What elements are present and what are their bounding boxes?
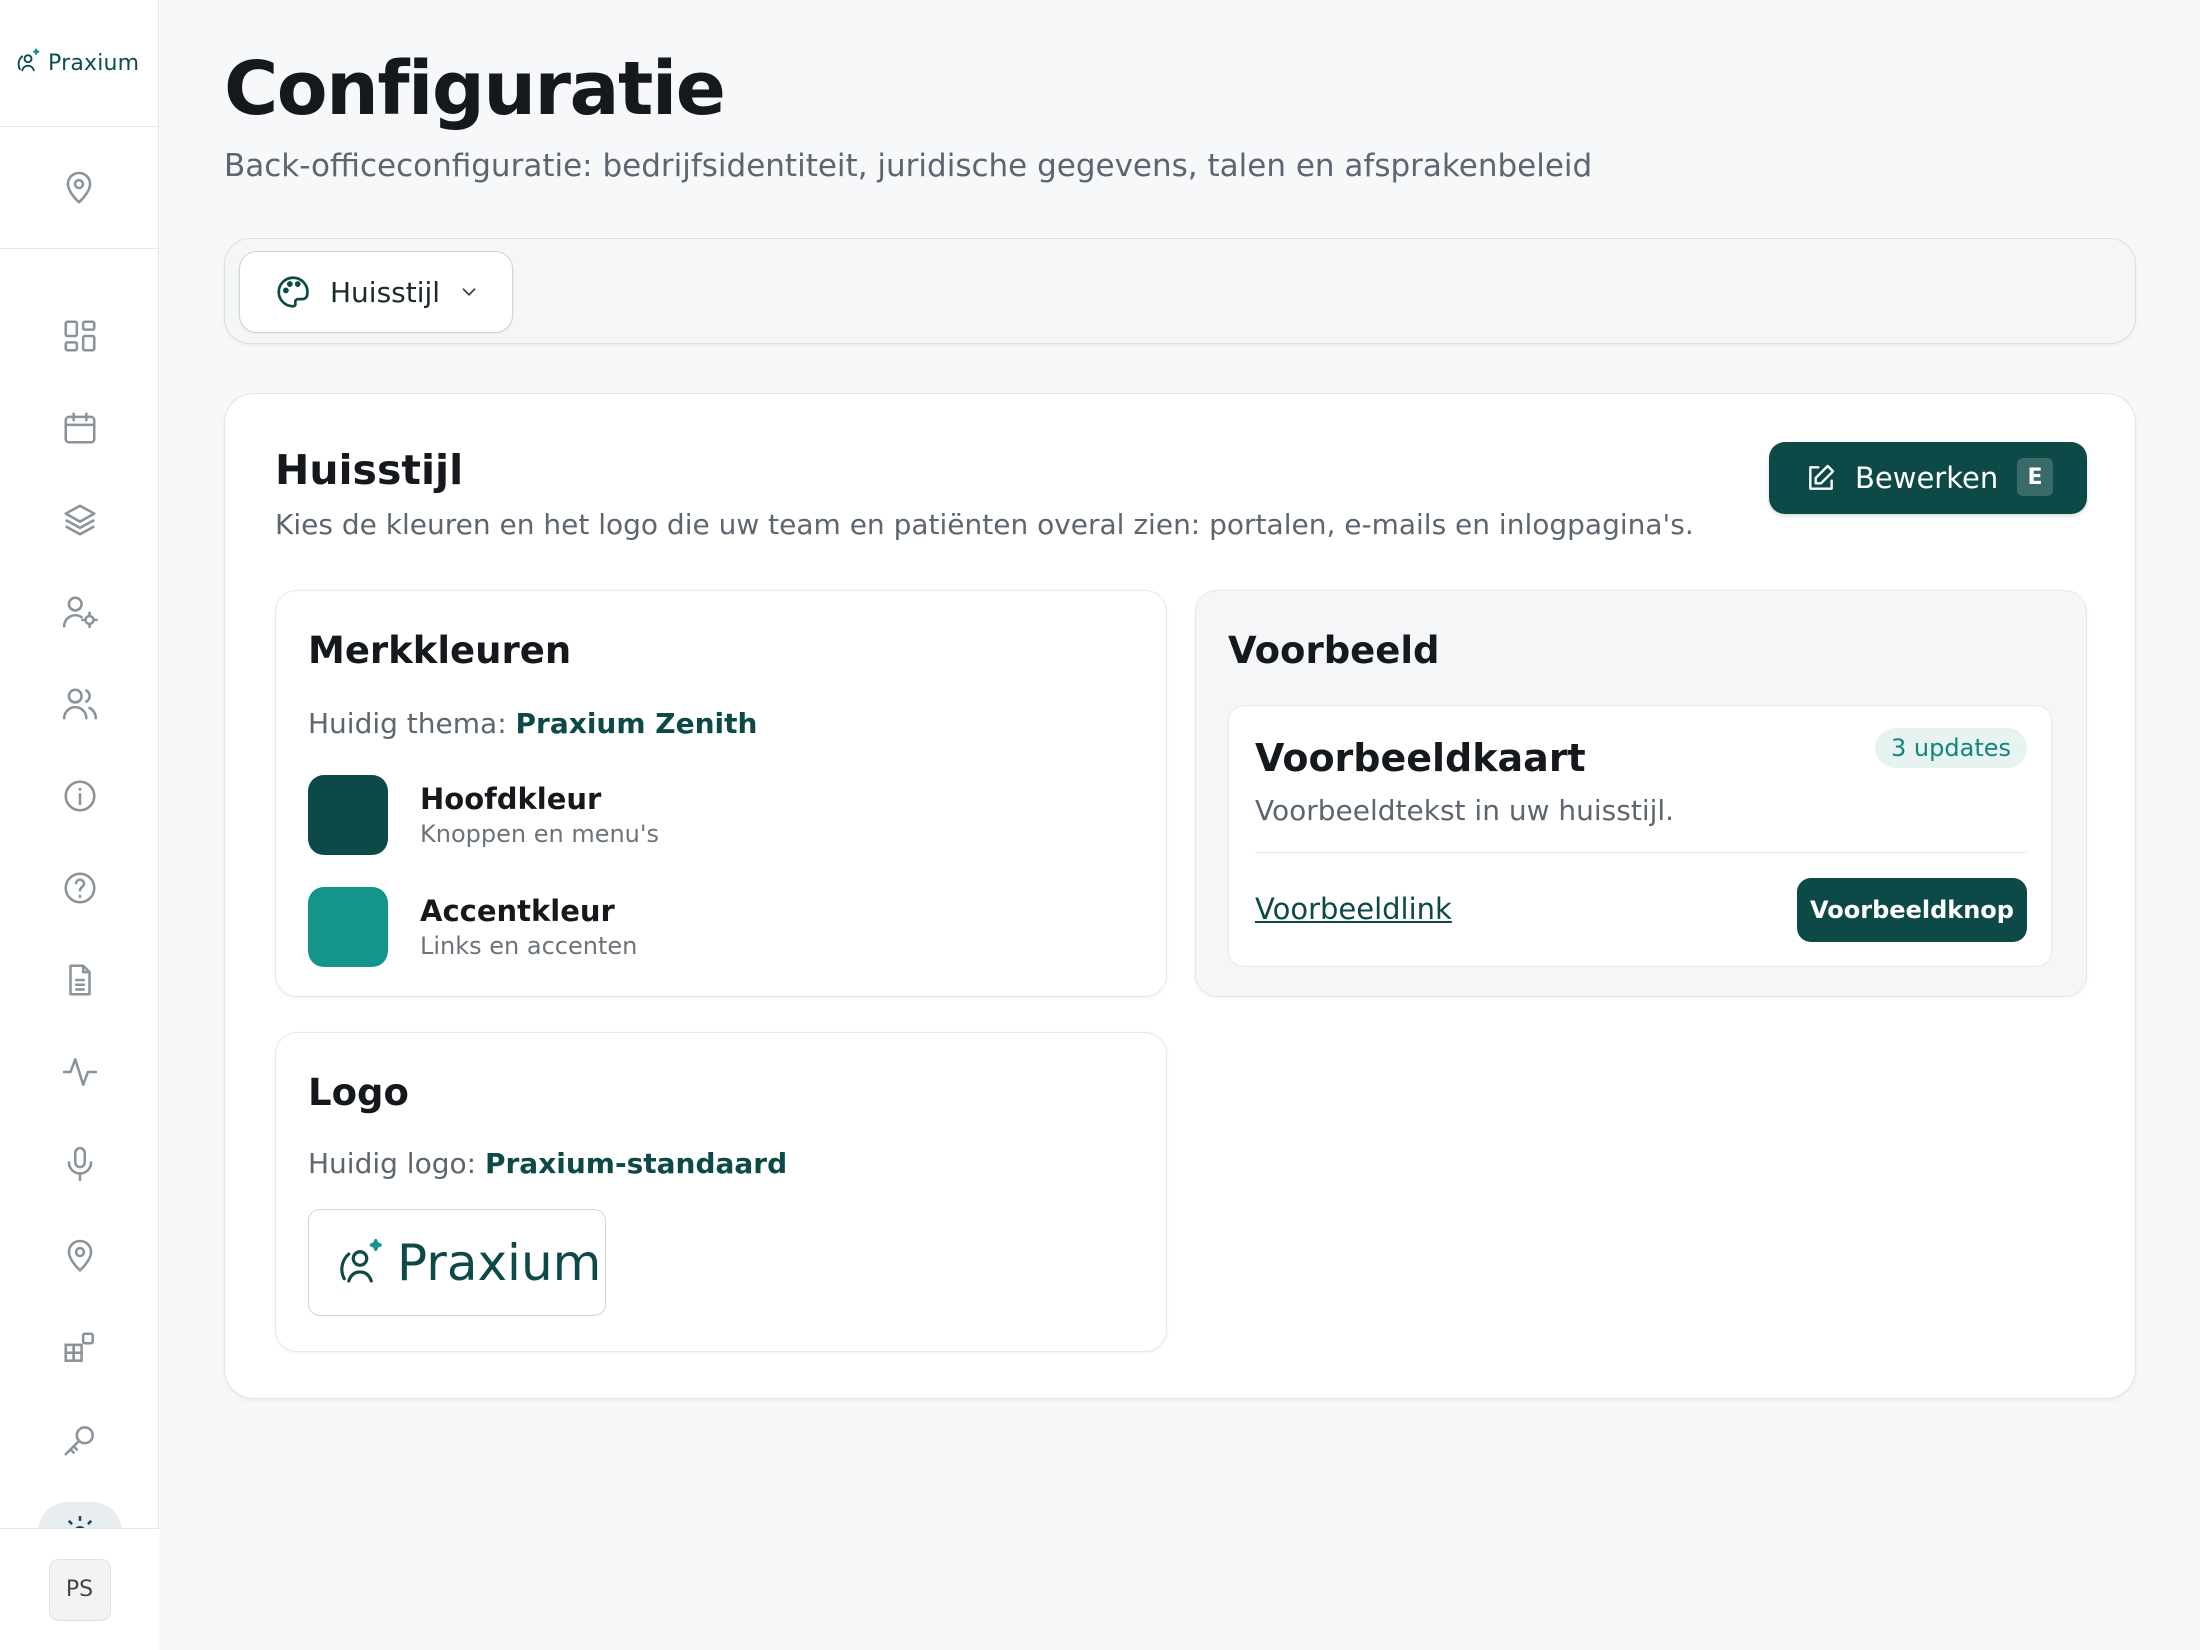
color-row-primary[interactable]: Hoofdkleur Knoppen en menu's — [308, 775, 659, 855]
praxium-logo-mark-icon — [340, 1238, 382, 1283]
brand-colors-panel: Merkkleuren Huidig thema: Praxium Zenith… — [275, 590, 1167, 997]
nav-settings[interactable] — [0, 1486, 159, 1530]
info-icon — [63, 780, 96, 812]
nav-layers[interactable] — [0, 474, 159, 566]
users-icon — [62, 688, 97, 720]
palette-icon — [277, 276, 309, 308]
nav-keys[interactable] — [0, 1394, 159, 1486]
current-theme: Huidig thema: Praxium Zenith — [308, 707, 757, 740]
logo-preview-text: Praxium — [397, 1233, 602, 1292]
primary-color-description: Knoppen en menu's — [420, 820, 659, 848]
praxium-logo-icon — [14, 47, 42, 79]
page-subtitle: Back-officeconfiguratie: bedrijfsidentit… — [224, 148, 1593, 184]
card-title: Huisstijl — [275, 446, 464, 494]
location-pin-icon — [66, 171, 92, 204]
section-select[interactable]: Huisstijl — [239, 251, 513, 333]
accent-color-swatch — [308, 887, 388, 967]
section-toolbar: Huisstijl — [224, 238, 2136, 344]
preview-card-title: Voorbeeldkaart — [1255, 736, 1586, 780]
preview-card: Voorbeeldkaart Voorbeeldtekst in uw huis… — [1228, 705, 2052, 967]
document-icon — [68, 964, 91, 996]
current-theme-label: Huidig thema: — [308, 707, 507, 740]
microphone-icon — [67, 1146, 92, 1182]
logo-panel: Logo Huidig logo: Praxium-standaard Prax… — [275, 1032, 1167, 1352]
logo-title: Logo — [308, 1071, 409, 1114]
activity-icon — [62, 1058, 97, 1086]
help-icon — [63, 872, 96, 904]
key-icon — [63, 1426, 94, 1456]
location-icon — [67, 1239, 92, 1272]
primary-color-swatch — [308, 775, 388, 855]
current-logo: Huidig logo: Praxium-standaard — [308, 1147, 787, 1180]
current-logo-value: Praxium-standaard — [484, 1147, 788, 1180]
nav-documents[interactable] — [0, 934, 159, 1026]
brand-colors-title: Merkkleuren — [308, 629, 572, 672]
edit-icon — [1809, 464, 1835, 490]
edit-button[interactable]: Bewerken E — [1769, 442, 2087, 514]
nav-locations[interactable] — [0, 1210, 159, 1302]
page-title: Configuratie — [224, 46, 726, 132]
calendar-icon — [63, 412, 96, 444]
color-row-accent[interactable]: Accentkleur Links en accenten — [308, 887, 637, 967]
user-avatar[interactable]: PS — [48, 1558, 111, 1621]
nav-settings-active-indicator — [37, 1502, 122, 1530]
dashboard-icon — [63, 320, 96, 352]
brand[interactable]: Praxium — [0, 0, 158, 127]
preview-panel: Voorbeeld Voorbeeldkaart Voorbeeldtekst … — [1195, 590, 2087, 997]
logo-preview: Praxium — [308, 1209, 606, 1316]
preview-badge: 3 updates — [1875, 728, 2027, 768]
edit-button-label: Bewerken — [1855, 461, 1999, 495]
edit-shortcut-key: E — [2017, 458, 2053, 496]
sidebar-footer: PS — [0, 1528, 159, 1650]
nav-activity[interactable] — [0, 1026, 159, 1118]
accent-color-name: Accentkleur — [420, 894, 615, 928]
nav-user-settings[interactable] — [0, 566, 159, 658]
sidebar-nav — [0, 290, 159, 1530]
sidebar: Praxium PS — [0, 0, 159, 1650]
card-description: Kies de kleuren en het logo die uw team … — [275, 508, 1694, 541]
preview-card-text: Voorbeeldtekst in uw huisstijl. — [1255, 794, 1675, 827]
accent-color-description: Links en accenten — [420, 932, 638, 960]
nav-calendar[interactable] — [0, 382, 159, 474]
current-theme-value: Praxium Zenith — [515, 707, 758, 740]
layers-icon — [63, 504, 96, 536]
user-settings-icon — [62, 596, 98, 629]
integrations-icon — [63, 1332, 94, 1362]
nav-users[interactable] — [0, 658, 159, 750]
preview-divider — [1255, 852, 2027, 853]
preview-title: Voorbeeld — [1228, 629, 1440, 672]
section-select-value: Huisstijl — [330, 275, 441, 309]
brand-name: Praxium — [48, 50, 140, 76]
primary-color-name: Hoofdkleur — [420, 782, 602, 816]
location-switcher[interactable] — [0, 127, 158, 249]
nav-dashboard[interactable] — [0, 290, 159, 382]
nav-info[interactable] — [0, 750, 159, 842]
nav-integrations[interactable] — [0, 1302, 159, 1394]
current-logo-label: Huidig logo: — [308, 1147, 477, 1180]
preview-button[interactable]: Voorbeeldknop — [1797, 878, 2027, 942]
nav-microphone[interactable] — [0, 1118, 159, 1210]
preview-link[interactable]: Voorbeeldlink — [1255, 892, 1452, 926]
huisstijl-card: Huisstijl Kies de kleuren en het logo di… — [224, 393, 2136, 1399]
nav-help[interactable] — [0, 842, 159, 934]
chevron-down-icon — [462, 288, 476, 297]
